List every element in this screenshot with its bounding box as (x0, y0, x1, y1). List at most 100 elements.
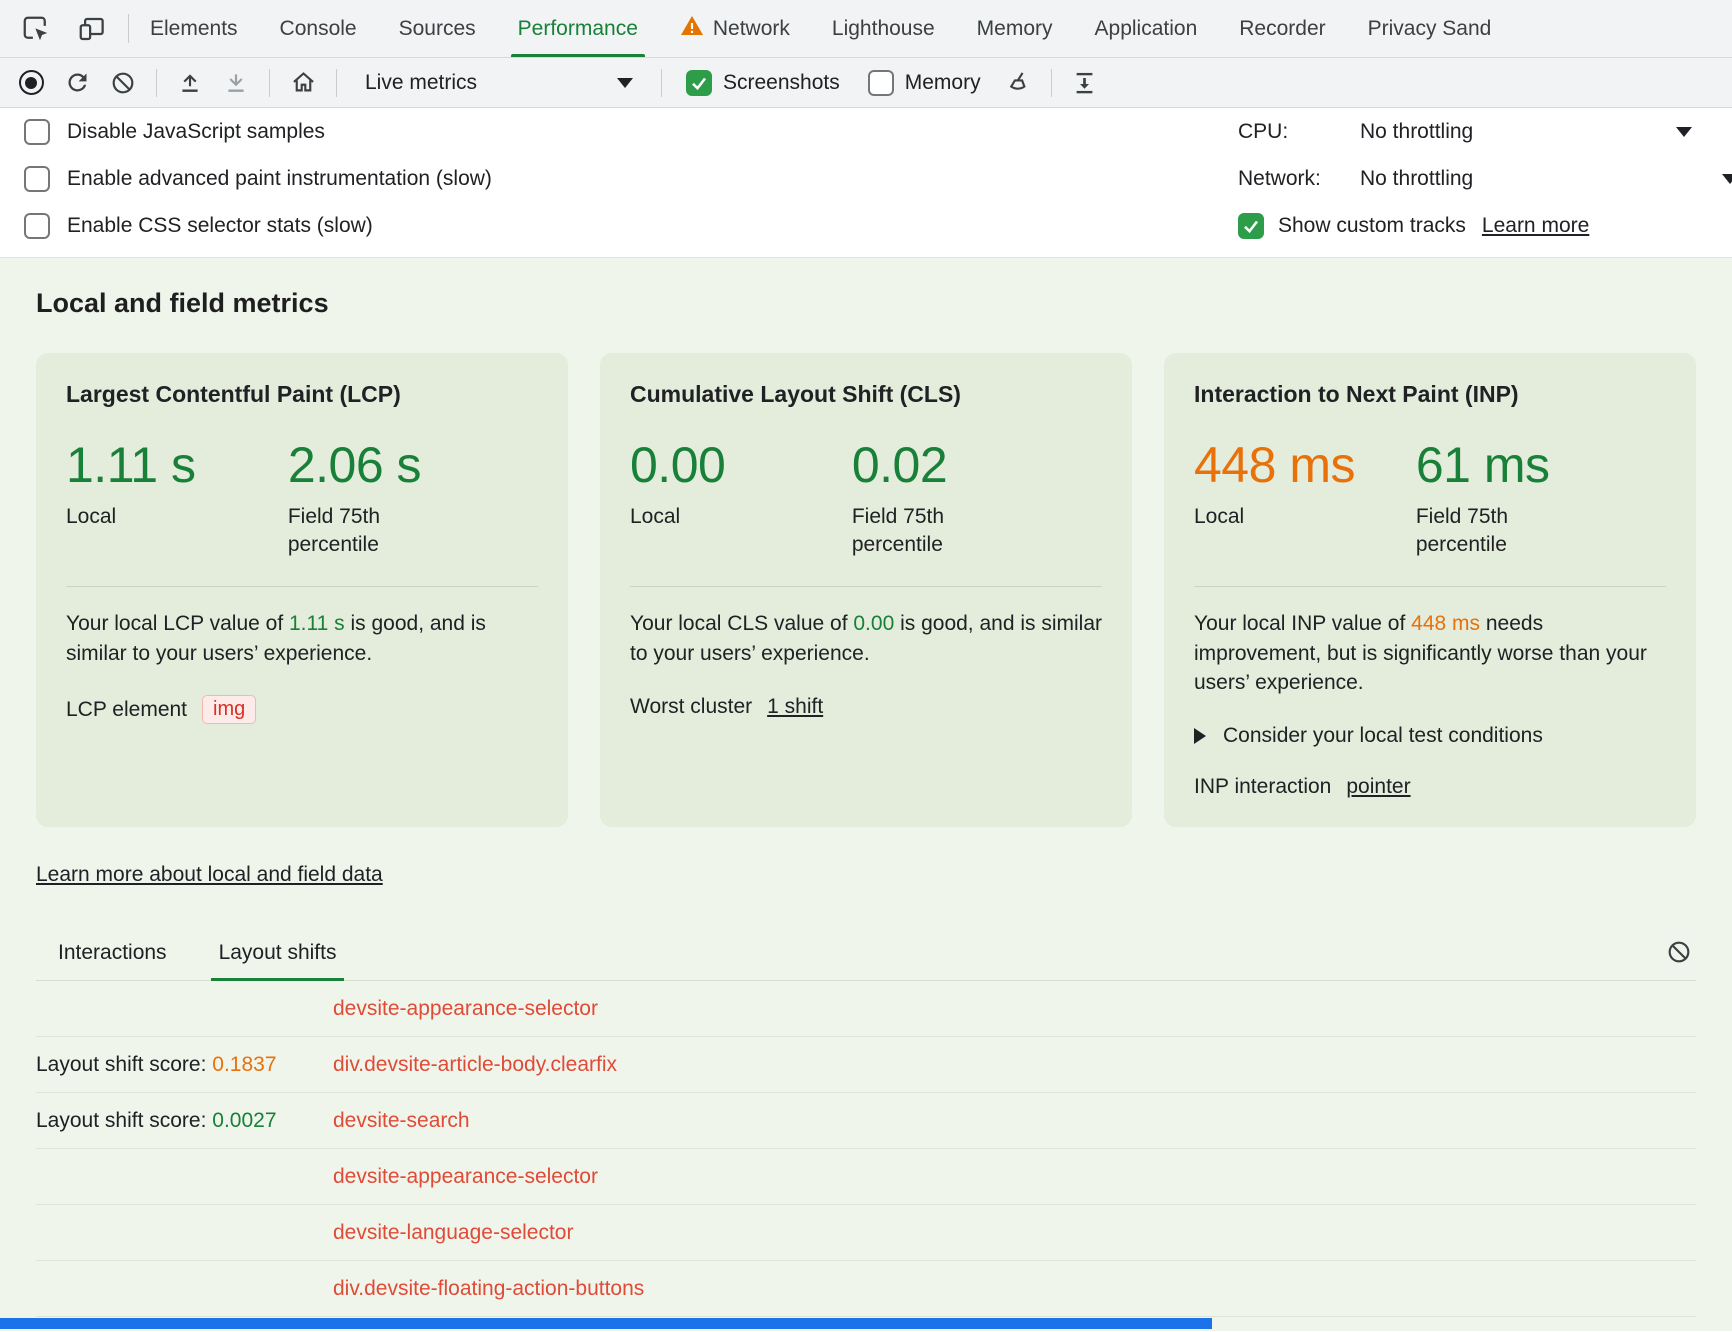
lcp-field-value: 2.06 s (288, 436, 510, 494)
lcp-local-label: Local (66, 503, 206, 531)
custom-tracks-learn-more-link[interactable]: Learn more (1482, 214, 1589, 238)
tab-label: Lighthouse (832, 17, 935, 41)
card-divider (66, 586, 538, 587)
reload-icon (64, 69, 91, 96)
cls-description: Your local CLS value of 0.00 is good, an… (630, 609, 1102, 669)
inp-local-value: 448 ms (1194, 436, 1416, 494)
disable-js-samples-label: Disable JavaScript samples (67, 120, 325, 144)
learn-more-local-field-link[interactable]: Learn more about local and field data (36, 863, 383, 886)
inp-local-label: Local (1194, 503, 1334, 531)
layout-shift-row: devsite-appearance-selector (36, 981, 1696, 1037)
shifted-node-link[interactable]: devsite-appearance-selector (333, 1165, 598, 1189)
tab-label: Console (280, 17, 357, 41)
local-test-conditions-disclosure[interactable]: Consider your local test conditions (1194, 724, 1666, 748)
performance-toolbar: Live metrics Screenshots Memory (0, 58, 1732, 108)
advanced-paint-checkbox[interactable] (24, 166, 50, 192)
tab-performance[interactable]: Performance (497, 0, 659, 57)
download-icon (223, 70, 249, 96)
tab-application[interactable]: Application (1074, 0, 1219, 57)
lcp-field-label: Field 75th percentile (288, 503, 428, 560)
inp-interaction-pointer-link[interactable]: pointer (1346, 775, 1410, 799)
cls-inline-value: 0.00 (853, 612, 894, 635)
record-and-reload-button[interactable] (56, 63, 98, 103)
record-icon (19, 70, 44, 95)
throttling-settings: CPU: No throttling Network: No throttlin… (1238, 108, 1732, 249)
cpu-throttling-select[interactable]: No throttling (1360, 120, 1473, 144)
shifted-node-link[interactable]: div.devsite-article-body.clearfix (333, 1053, 617, 1077)
chevron-down-icon[interactable] (1722, 174, 1732, 184)
collect-garbage-button[interactable] (997, 63, 1039, 103)
advanced-paint-label: Enable advanced paint instrumentation (s… (67, 167, 492, 191)
custom-tracks-row: Show custom tracks Learn more (1238, 202, 1732, 249)
chevron-down-icon[interactable] (1676, 127, 1692, 137)
shifted-node-link[interactable]: devsite-appearance-selector (333, 997, 598, 1021)
shifted-node-link[interactable]: div.devsite-floating-action-buttons (333, 1277, 644, 1301)
lcp-inline-value: 1.11 s (289, 612, 345, 635)
live-metrics-panel: Local and field metrics Largest Contentf… (0, 258, 1732, 1331)
screenshots-label: Screenshots (723, 71, 840, 95)
tab-layout-shifts[interactable]: Layout shifts (211, 941, 345, 980)
warning-icon (680, 15, 704, 43)
cpu-throttling-row: CPU: No throttling (1238, 108, 1732, 155)
tab-memory[interactable]: Memory (956, 0, 1074, 57)
css-selector-stats-label: Enable CSS selector stats (slow) (67, 214, 373, 238)
tab-lighthouse[interactable]: Lighthouse (811, 0, 956, 57)
layout-shift-row: Layout shift score: 0.1837 div.devsite-a… (36, 1037, 1696, 1093)
horizontal-scrollbar-thumb[interactable] (0, 1318, 1212, 1329)
load-profile-button[interactable] (169, 63, 211, 103)
memory-toggle[interactable]: Memory (856, 70, 993, 96)
inp-card: Interaction to Next Paint (INP) 448 ms L… (1164, 353, 1696, 827)
tab-label: Layout shifts (219, 941, 337, 964)
shifted-node-link[interactable]: devsite-language-selector (333, 1221, 573, 1245)
tab-label: Memory (977, 17, 1053, 41)
panel-mode-value: Live metrics (365, 71, 477, 95)
devtools-tabbar: Elements Console Sources Performance Net… (0, 0, 1732, 58)
save-profile-button[interactable] (215, 63, 257, 103)
tab-recorder[interactable]: Recorder (1218, 0, 1346, 57)
tab-label: Recorder (1239, 17, 1325, 41)
screenshots-checkbox[interactable] (686, 70, 712, 96)
screenshots-toggle[interactable]: Screenshots (674, 70, 852, 96)
tab-label: Application (1095, 17, 1198, 41)
network-throttling-row: Network: No throttling (1238, 155, 1732, 202)
panel-mode-select[interactable]: Live metrics (349, 71, 649, 95)
cls-card: Cumulative Layout Shift (CLS) 0.00 Local… (600, 353, 1132, 827)
tab-sources[interactable]: Sources (378, 0, 497, 57)
home-button[interactable] (282, 63, 324, 103)
clear-button[interactable] (102, 63, 144, 103)
worst-cluster-shift-link[interactable]: 1 shift (767, 695, 823, 719)
upload-icon (177, 70, 203, 96)
check-icon (1242, 217, 1260, 235)
lcp-element-node-link[interactable]: img (202, 695, 256, 724)
tab-console[interactable]: Console (259, 0, 378, 57)
tab-label: Privacy Sand (1368, 17, 1492, 41)
inspect-element-icon[interactable] (18, 11, 54, 47)
network-throttling-select[interactable]: No throttling (1360, 167, 1473, 191)
log-tabs: Interactions Layout shifts (36, 933, 1696, 981)
disable-js-samples-checkbox[interactable] (24, 119, 50, 145)
memory-checkbox[interactable] (868, 70, 894, 96)
tab-network[interactable]: Network (659, 0, 811, 57)
card-divider (630, 586, 1102, 587)
collapse-widgets-button[interactable] (1064, 63, 1106, 103)
custom-tracks-checkbox[interactable] (1238, 213, 1264, 239)
tab-interactions[interactable]: Interactions (50, 941, 175, 980)
check-icon (690, 74, 708, 92)
css-selector-stats-checkbox[interactable] (24, 213, 50, 239)
tab-privacy-sandbox[interactable]: Privacy Sand (1347, 0, 1513, 57)
shifted-node-link[interactable]: devsite-search (333, 1109, 470, 1133)
tab-label: Interactions (58, 941, 167, 964)
log-clear-button[interactable] (1666, 939, 1692, 970)
record-button[interactable] (10, 63, 52, 103)
home-icon (290, 69, 317, 96)
cls-local-value: 0.00 (630, 436, 852, 494)
triangle-right-icon (1194, 728, 1206, 744)
tab-elements[interactable]: Elements (129, 0, 259, 57)
cls-field-value: 0.02 (852, 436, 1074, 494)
toolbar-divider (661, 69, 662, 97)
lcp-card-title: Largest Contentful Paint (LCP) (66, 381, 538, 408)
tab-label: Sources (399, 17, 476, 41)
clear-icon (110, 70, 136, 96)
inp-interaction-label: INP interaction (1194, 775, 1331, 799)
device-toolbar-icon[interactable] (74, 11, 110, 47)
